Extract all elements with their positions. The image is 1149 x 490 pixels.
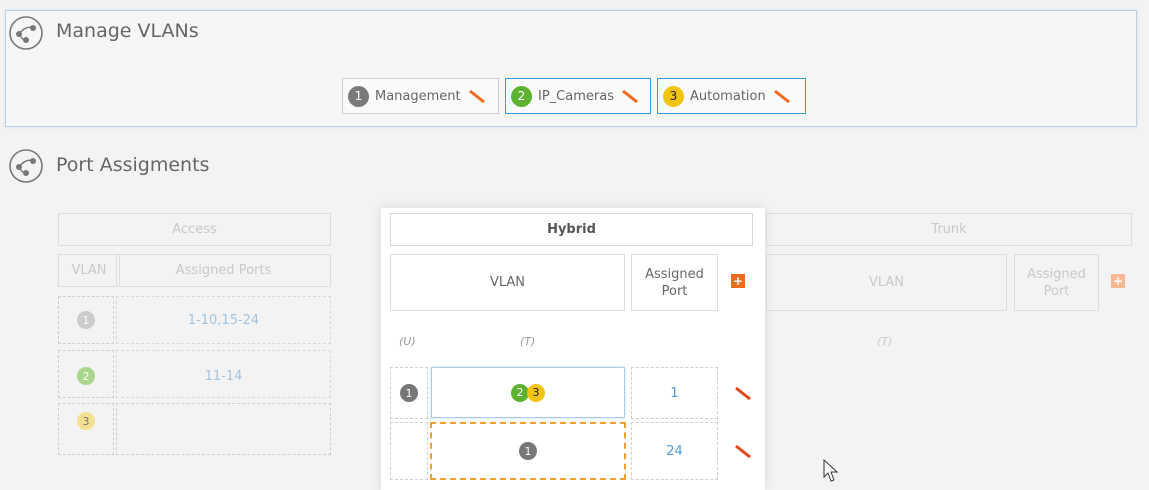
- vlan-number-badge: 3: [663, 85, 684, 107]
- edit-pencil-icon[interactable]: [733, 444, 752, 458]
- edit-pencil-icon[interactable]: [733, 386, 752, 400]
- access-col-vlan: VLAN: [58, 254, 120, 287]
- trunk-col-vlan: VLAN: [766, 254, 1007, 311]
- vlan-chip-ip-cameras[interactable]: 2 IP_Cameras: [505, 78, 651, 114]
- edit-pencil-icon[interactable]: [772, 89, 791, 103]
- mouse-cursor-icon: [823, 459, 839, 482]
- vlan-name: Management: [375, 88, 461, 104]
- port-assignments-title: Port Assigments: [56, 154, 210, 176]
- hybrid-tagged-cell[interactable]: 2 3: [431, 367, 625, 418]
- hybrid-header: Hybrid: [390, 213, 753, 246]
- hybrid-port-cell[interactable]: 1: [631, 367, 718, 419]
- add-hybrid-button[interactable]: +: [731, 274, 745, 288]
- vlan-number-badge: 3: [77, 412, 95, 430]
- vlan-name: IP_Cameras: [538, 88, 614, 104]
- hybrid-untagged-cell[interactable]: 1: [390, 367, 428, 419]
- trunk-header: Trunk: [766, 213, 1132, 246]
- untagged-label: (U): [399, 335, 416, 348]
- access-row-vlan[interactable]: 2: [58, 350, 114, 398]
- vlan-number-badge: 2: [77, 367, 95, 385]
- vlan-number-badge: 1: [519, 442, 537, 460]
- add-trunk-button[interactable]: +: [1111, 274, 1125, 288]
- trunk-tagged-label: (T): [877, 335, 893, 348]
- hybrid-untagged-cell[interactable]: [390, 422, 428, 480]
- access-col-ports: Assigned Ports: [116, 254, 331, 287]
- tagged-label: (T): [520, 335, 536, 348]
- network-icon: [9, 149, 43, 183]
- vlan-chip-management[interactable]: 1 Management: [342, 78, 499, 114]
- hybrid-col-vlan: VLAN: [390, 254, 625, 311]
- vlan-number-badge: 1: [348, 85, 369, 107]
- edit-pencil-icon[interactable]: [467, 89, 486, 103]
- access-row-ports[interactable]: [116, 403, 331, 455]
- trunk-col-port: Assigned Port: [1014, 254, 1099, 311]
- vlan-number-badge: 1: [400, 384, 418, 402]
- edit-pencil-icon[interactable]: [620, 89, 639, 103]
- access-header: Access: [58, 213, 331, 246]
- network-icon: [9, 16, 43, 50]
- vlan-chip-automation[interactable]: 3 Automation: [657, 78, 806, 114]
- vlan-number-badge: 3: [527, 383, 545, 402]
- vlan-number-badge: 1: [77, 311, 95, 329]
- hybrid-tagged-dropzone[interactable]: 1: [430, 422, 626, 480]
- hybrid-col-port: Assigned Port: [631, 254, 718, 311]
- manage-vlans-title: Manage VLANs: [56, 20, 199, 42]
- access-row-vlan[interactable]: 1: [58, 296, 114, 344]
- access-row-ports[interactable]: 1-10,15-24: [116, 296, 331, 344]
- access-row-vlan[interactable]: 3: [58, 403, 114, 455]
- hybrid-port-cell[interactable]: 24: [631, 422, 718, 480]
- vlan-number-badge: 2: [511, 85, 532, 107]
- access-row-ports[interactable]: 11-14: [116, 350, 331, 398]
- vlan-name: Automation: [690, 88, 766, 104]
